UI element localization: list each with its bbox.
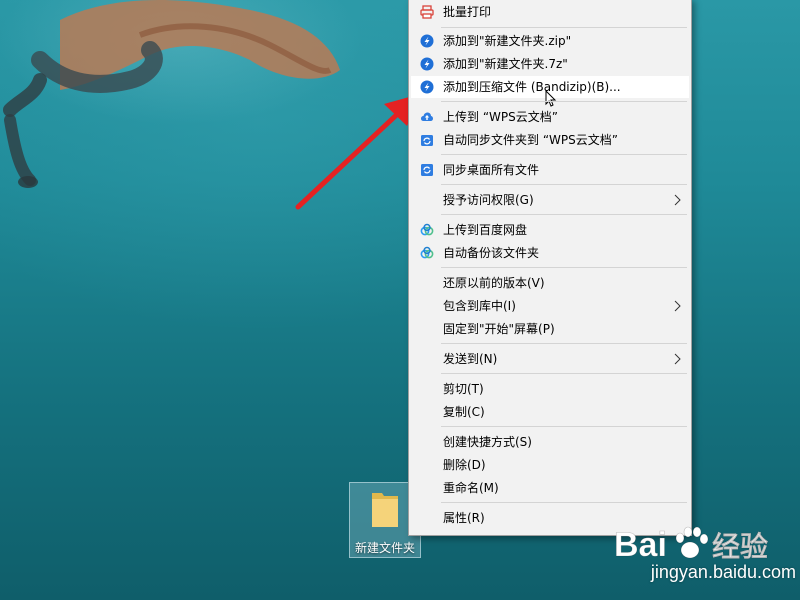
baidu-netdisk-icon [420, 223, 434, 236]
context-menu: 批量打印 添加到"新建文件夹.zip" 添加到"新建文件夹.7z" 添加到压缩文… [408, 0, 692, 536]
svg-text:Bai: Bai [614, 526, 667, 564]
menu-item-delete[interactable]: 删除(D) [411, 454, 689, 476]
sync-folder-icon [421, 135, 433, 146]
cloud-upload-icon [421, 112, 433, 121]
folder-label: 新建文件夹 [354, 541, 415, 555]
menu-separator [441, 343, 687, 344]
menu-item-rename[interactable]: 重命名(M) [411, 477, 689, 499]
watermark-url: jingyan.baidu.com [650, 562, 796, 582]
menu-item-upload-wps[interactable]: 上传到 “WPS云文档” [411, 106, 689, 128]
baidu-jingyan-logo: Bai 经验 [614, 526, 769, 565]
menu-item-pin-to-start[interactable]: 固定到"开始"屏幕(P) [411, 318, 689, 340]
baidu-netdisk-icon [420, 246, 434, 259]
bandizip-icon [420, 57, 434, 71]
menu-separator [441, 214, 687, 215]
menu-separator [441, 373, 687, 374]
menu-separator [441, 267, 687, 268]
svg-text:经验: 经验 [712, 530, 768, 563]
menu-separator [441, 101, 687, 102]
menu-separator [441, 184, 687, 185]
menu-separator [441, 502, 687, 503]
menu-item-cut[interactable]: 剪切(T) [411, 378, 689, 400]
sync-desktop-icon [421, 164, 433, 176]
menu-item-give-access[interactable]: 授予访问权限(G) [411, 189, 689, 211]
menu-item-restore-versions[interactable]: 还原以前的版本(V) [411, 272, 689, 294]
menu-item-batch-print[interactable]: 批量打印 [411, 1, 689, 23]
menu-item-send-to[interactable]: 发送到(N) [411, 348, 689, 370]
menu-item-upload-baidu[interactable]: 上传到百度网盘 [411, 219, 689, 241]
menu-item-add-to-zip[interactable]: 添加到"新建文件夹.zip" [411, 30, 689, 52]
menu-item-auto-sync-wps[interactable]: 自动同步文件夹到 “WPS云文档” [411, 129, 689, 151]
menu-item-create-shortcut[interactable]: 创建快捷方式(S) [411, 431, 689, 453]
chevron-right-icon [674, 194, 681, 206]
menu-separator [441, 27, 687, 28]
menu-item-include-in-library[interactable]: 包含到库中(I) [411, 295, 689, 317]
menu-item-add-to-7z[interactable]: 添加到"新建文件夹.7z" [411, 53, 689, 75]
menu-item-auto-backup[interactable]: 自动备份该文件夹 [411, 242, 689, 264]
chevron-right-icon [674, 353, 681, 365]
menu-separator [441, 426, 687, 427]
menu-item-add-to-archive-bandizip[interactable]: 添加到压缩文件 (Bandizip)(B)... [411, 76, 689, 107]
menu-item-copy[interactable]: 复制(C) [411, 401, 689, 423]
chevron-right-icon [674, 300, 681, 312]
folder-icon [372, 493, 398, 527]
bandizip-icon [420, 34, 434, 48]
bandizip-icon [420, 80, 434, 94]
printer-icon [420, 5, 434, 19]
menu-separator [441, 154, 687, 155]
menu-item-sync-desktop[interactable]: 同步桌面所有文件 [411, 159, 689, 181]
